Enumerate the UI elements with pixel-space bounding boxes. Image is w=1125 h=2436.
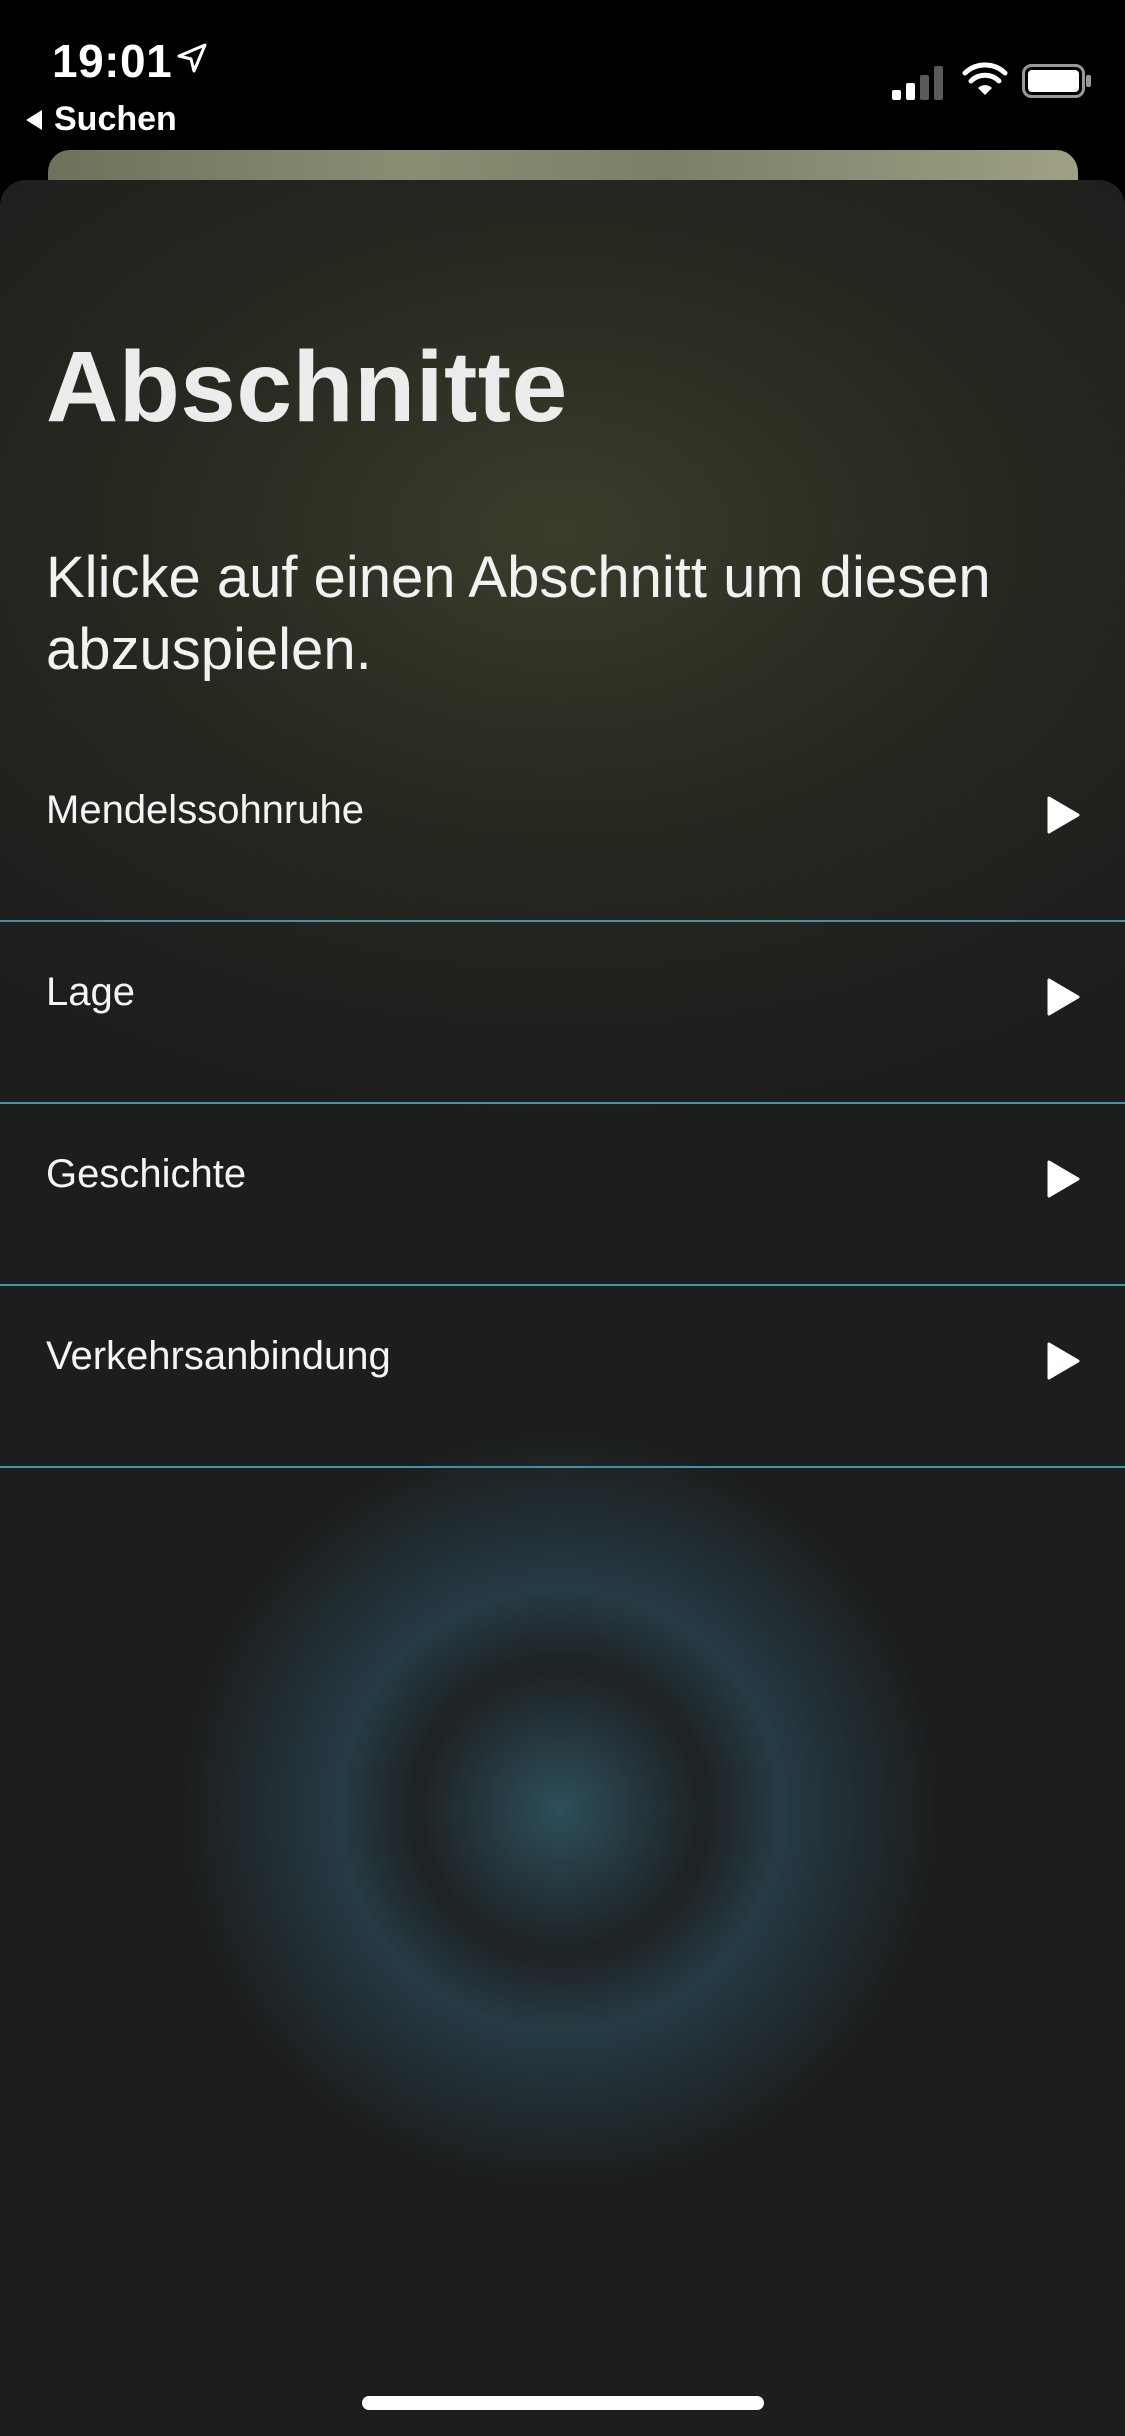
- section-list: Mendelssohnruhe Lage Geschichte Verkehrs…: [0, 740, 1125, 1468]
- sections-sheet: Abschnitte Klicke auf einen Abschnitt um…: [0, 180, 1125, 2436]
- back-label: Suchen: [54, 100, 177, 138]
- status-time: 19:01: [52, 35, 173, 87]
- play-icon[interactable]: [1046, 796, 1080, 834]
- home-indicator[interactable]: [362, 2396, 764, 2410]
- instructions-text: Klicke auf einen Abschnitt um diesen abz…: [46, 545, 991, 682]
- section-label: Geschichte: [46, 1152, 247, 1196]
- location-arrow-icon: [177, 43, 207, 73]
- section-row-lage[interactable]: Lage: [0, 922, 1125, 1104]
- back-caret-icon: [26, 109, 42, 130]
- wifi-icon: [962, 62, 1008, 95]
- page-title: Abschnitte: [46, 331, 568, 443]
- battery-icon: [1022, 64, 1091, 98]
- section-label: Verkehrsanbindung: [46, 1334, 391, 1378]
- play-icon[interactable]: [1046, 978, 1080, 1016]
- section-row-geschichte[interactable]: Geschichte: [0, 1104, 1125, 1286]
- section-row-mendelssohnruhe[interactable]: Mendelssohnruhe: [0, 740, 1125, 922]
- play-icon[interactable]: [1046, 1160, 1080, 1198]
- section-label: Mendelssohnruhe: [46, 788, 364, 832]
- back-button[interactable]: Suchen: [26, 100, 177, 139]
- section-label: Lage: [46, 970, 135, 1014]
- status-bar: 19:01 Suchen: [0, 0, 1125, 150]
- section-row-verkehrsanbindung[interactable]: Verkehrsanbindung: [0, 1286, 1125, 1468]
- play-icon[interactable]: [1046, 1342, 1080, 1380]
- cellular-signal-icon: [892, 66, 943, 100]
